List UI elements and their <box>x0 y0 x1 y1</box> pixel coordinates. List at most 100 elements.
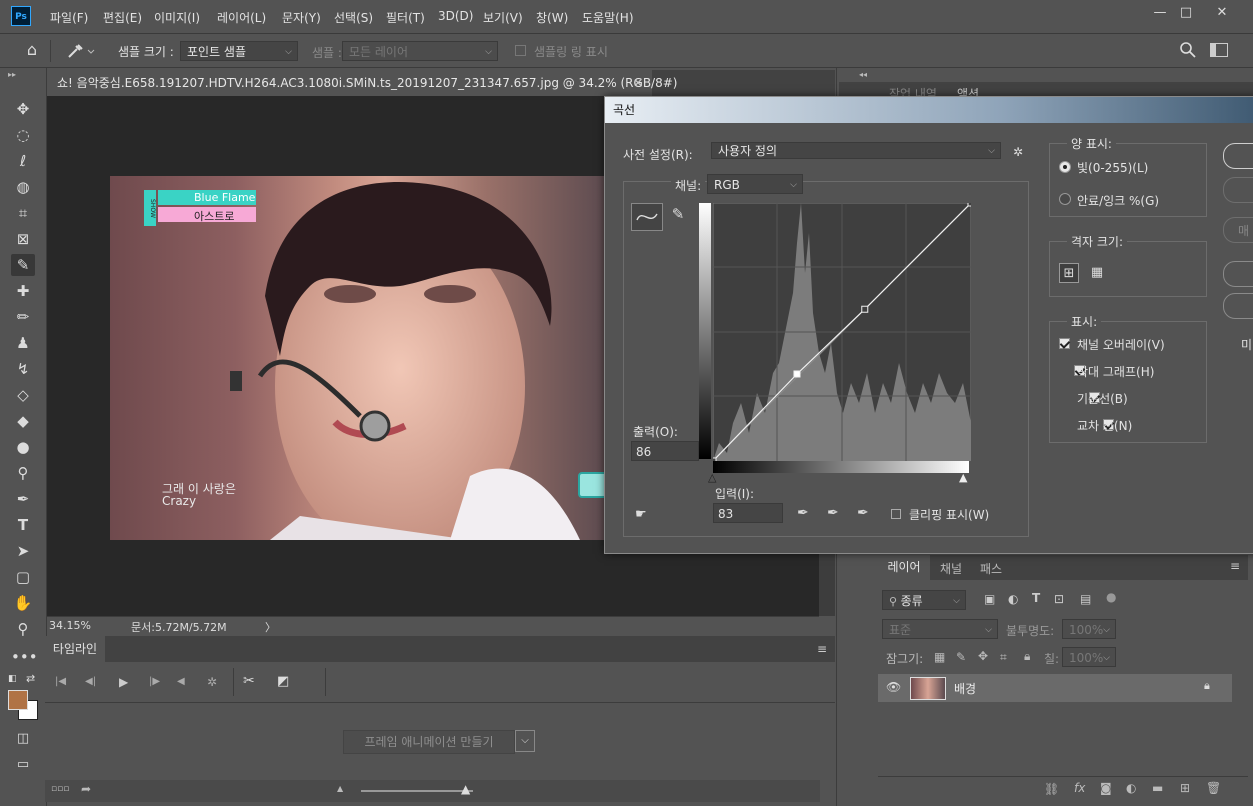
path-selection-tool-icon[interactable]: ➤ <box>11 540 35 562</box>
eyedropper-tool-icon[interactable]: ✎ <box>11 254 35 276</box>
output-field[interactable]: 86 <box>631 441 699 461</box>
menu-file[interactable]: 파일(F) <box>50 9 88 26</box>
split-scissors-icon[interactable]: ✂ <box>243 673 255 689</box>
next-frame-icon[interactable]: |▶ <box>149 676 160 687</box>
adjustment-layer-icon[interactable]: ◐ <box>1126 781 1136 795</box>
tab-timeline[interactable]: 타임라인 <box>45 636 105 662</box>
brush-tool-icon[interactable]: ✏ <box>11 306 35 328</box>
dodge-tool-icon[interactable]: ⚲ <box>11 462 35 484</box>
menu-layer[interactable]: 레이어(L) <box>217 9 266 26</box>
panel-menu-icon[interactable]: ≡ <box>817 642 827 656</box>
crop-tool-icon[interactable]: ⌗ <box>11 202 35 224</box>
curve-point[interactable] <box>713 457 717 461</box>
menu-select[interactable]: 선택(S) <box>334 9 373 26</box>
hand-tool-icon[interactable]: ✋ <box>11 592 35 614</box>
sample-layers-select[interactable]: 모든 레이어 ⌵ <box>342 41 498 61</box>
document-tab[interactable]: 쇼! 음악중심.E658.191207.HDTV.H264.AC3.1080i.… <box>47 70 677 96</box>
menu-filter[interactable]: 필터(T) <box>386 9 425 26</box>
eraser-tool-icon[interactable]: ◇ <box>11 384 35 406</box>
close-window-button[interactable]: ✕ <box>1208 4 1236 22</box>
home-icon[interactable]: ⌂ <box>22 41 42 59</box>
screen-mode-icon[interactable]: ▭ <box>11 754 35 776</box>
sample-size-select[interactable]: 포인트 샘플 ⌵ <box>180 41 298 61</box>
menu-type[interactable]: 문자(Y) <box>282 9 321 26</box>
lock-artboard-icon[interactable]: ⌗ <box>1000 650 1007 665</box>
settings-gear-icon[interactable]: ✲ <box>207 675 217 689</box>
first-frame-icon[interactable]: |◀ <box>55 676 66 687</box>
channel-overlay-checkbox[interactable] <box>1059 338 1070 349</box>
create-frame-animation-button[interactable]: 프레임 애니메이션 만들기 <box>343 730 515 754</box>
zoom-level[interactable]: 34.15% <box>49 619 91 632</box>
layer-row[interactable]: 👁︎ 배경 🔒︎ <box>878 674 1232 702</box>
collapse-icon[interactable]: ▸▸ <box>8 70 16 79</box>
link-layers-icon[interactable]: ⛓ <box>1044 782 1059 796</box>
more-tools-icon[interactable]: ••• <box>11 646 38 668</box>
curve-point-tool-icon[interactable] <box>631 203 663 231</box>
tab-channels[interactable]: 채널 <box>940 560 962 577</box>
curve-point[interactable] <box>793 370 801 378</box>
options-button[interactable] <box>1223 293 1253 319</box>
foreground-color-swatch[interactable] <box>8 690 28 710</box>
channel-select[interactable]: RGB ⌵ <box>707 174 803 194</box>
show-ring-checkbox[interactable] <box>515 45 526 56</box>
default-colors-icon[interactable]: ◧ <box>8 674 17 684</box>
search-icon[interactable] <box>1180 42 1196 58</box>
eyedropper-tool-preset[interactable] <box>64 41 96 61</box>
pencil-icon[interactable]: ✎ <box>667 205 689 227</box>
new-layer-icon[interactable]: ⊞ <box>1180 781 1190 795</box>
pixel-filter-icon[interactable]: ▣ <box>984 592 995 606</box>
panel-menu-icon[interactable]: ≡ <box>1230 559 1240 573</box>
ok-button[interactable] <box>1223 143 1253 169</box>
marquee-tool-icon[interactable]: ◌ <box>11 124 35 146</box>
chevron-down-icon[interactable]: ⌵ <box>515 730 535 752</box>
show-clipping-checkbox[interactable] <box>891 509 901 519</box>
lock-position-icon[interactable]: ✥ <box>978 649 988 663</box>
preset-options-gear-icon[interactable]: ✲ <box>1013 145 1023 159</box>
curves-graph[interactable] <box>713 203 971 461</box>
menu-help[interactable]: 도움말(H) <box>582 9 634 26</box>
close-document-icon[interactable]: ✕ <box>633 70 643 96</box>
menu-window[interactable]: 창(W) <box>536 9 568 26</box>
filter-kind-select[interactable]: ⚲ 종류 ⌵ <box>882 590 966 610</box>
white-eyedropper-icon[interactable]: ✒ <box>857 505 869 521</box>
smooth-button[interactable]: 매 <box>1223 217 1253 243</box>
blur-tool-icon[interactable]: ● <box>11 436 35 458</box>
audio-icon[interactable]: ◀ <box>177 676 185 687</box>
paint-bucket-tool-icon[interactable]: ◆ <box>11 410 35 432</box>
history-brush-tool-icon[interactable]: ↯ <box>11 358 35 380</box>
fx-icon[interactable]: fx <box>1074 781 1085 795</box>
lock-pixels-icon[interactable]: ✎ <box>956 650 966 664</box>
lasso-tool-icon[interactable]: ℓ <box>11 150 35 172</box>
restore-button[interactable]: □ <box>1172 4 1200 22</box>
move-tool-icon[interactable]: ✥ <box>11 98 35 120</box>
type-filter-icon[interactable]: T <box>1032 591 1040 605</box>
frame-tool-icon[interactable]: ⊠ <box>11 228 35 250</box>
previous-frame-icon[interactable]: ◀| <box>85 676 96 687</box>
simple-grid-icon[interactable]: ⊞ <box>1059 263 1079 283</box>
type-tool-icon[interactable]: T <box>11 514 35 536</box>
zoom-slider[interactable] <box>361 790 473 792</box>
quick-select-tool-icon[interactable]: ◍ <box>11 176 35 198</box>
curve-point[interactable] <box>967 203 971 207</box>
visibility-eye-icon[interactable]: 👁︎ <box>886 680 901 694</box>
menu-3d[interactable]: 3D(D) <box>438 9 473 23</box>
healing-brush-tool-icon[interactable]: ✚ <box>11 280 35 302</box>
quick-mask-icon[interactable]: ◫ <box>11 728 35 750</box>
cancel-button[interactable] <box>1223 177 1253 203</box>
tab-layers[interactable]: 레이어 <box>878 555 930 580</box>
opacity-field[interactable]: 100% ⌵ <box>1062 619 1116 639</box>
auto-button[interactable] <box>1223 261 1253 287</box>
lock-transparency-icon[interactable]: ▦ <box>934 650 945 664</box>
dialog-title[interactable]: 곡선 <box>605 97 1253 123</box>
tab-paths[interactable]: 패스 <box>980 560 1002 577</box>
frame-view-icon[interactable]: ▫▫▫ <box>51 784 69 794</box>
fill-field[interactable]: 100% ⌵ <box>1062 647 1116 667</box>
rectangle-tool-icon[interactable]: ▢ <box>11 566 35 588</box>
zoom-tool-icon[interactable]: ⚲ <box>11 618 35 640</box>
detailed-grid-icon[interactable]: ▦ <box>1087 263 1107 283</box>
black-eyedropper-icon[interactable]: ✒ <box>797 505 809 521</box>
clone-stamp-tool-icon[interactable]: ♟ <box>11 332 35 354</box>
menu-edit[interactable]: 편집(E) <box>103 9 142 26</box>
layer-name[interactable]: 배경 <box>954 680 976 697</box>
workspace-icon[interactable] <box>1210 43 1228 57</box>
